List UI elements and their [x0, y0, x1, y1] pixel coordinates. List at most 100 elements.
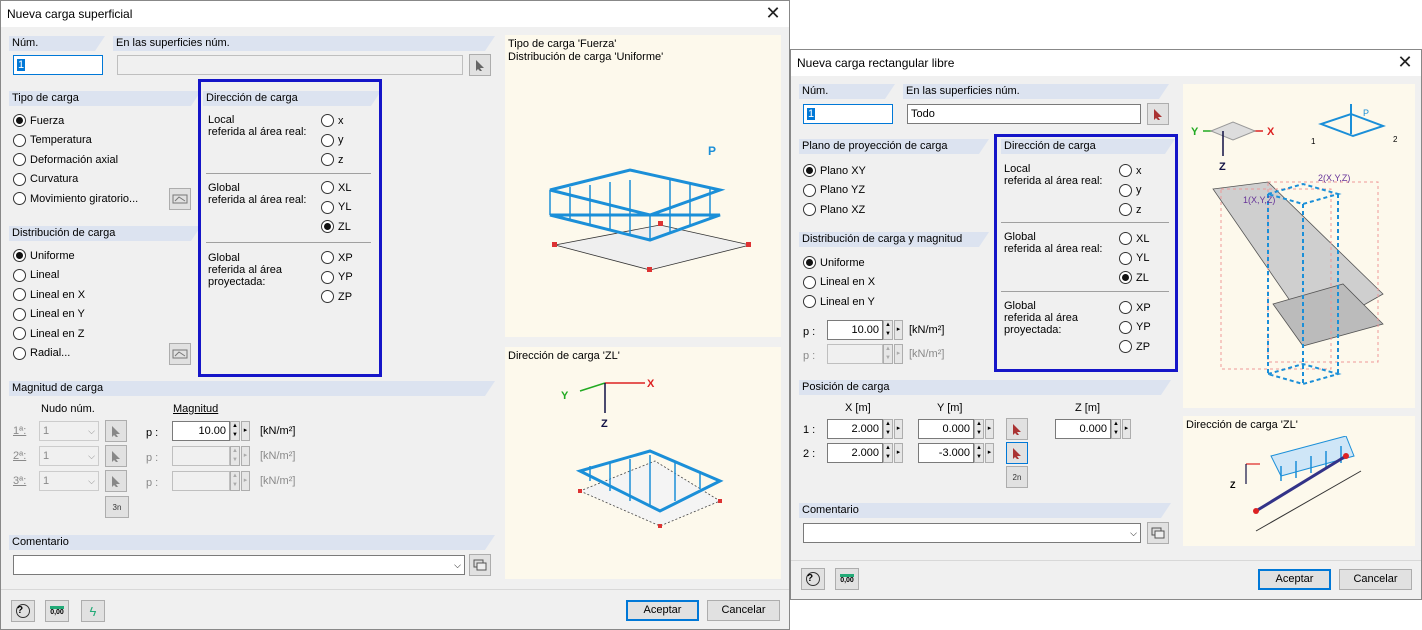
info-panel-zl: Dirección de carga 'ZL' Z [1183, 416, 1415, 546]
node-select[interactable]: 1 ⌵ [39, 446, 99, 466]
magnitude-input[interactable] [172, 471, 230, 491]
units-button[interactable]: 0,00 [835, 568, 859, 590]
pos-y-arrow-button[interactable]: ▸ [985, 443, 994, 463]
pos-x-arrow-button[interactable]: ▸ [894, 443, 903, 463]
magnitude-spinner[interactable]: ▲ ▼ [230, 471, 240, 491]
pos-x-input[interactable]: 2.000 [827, 443, 883, 463]
radial-settings-button[interactable] [169, 343, 191, 365]
num-input[interactable]: 1 [13, 55, 103, 75]
magnitude-arrow-button[interactable]: ▸ [241, 446, 250, 466]
radio-label: Plano XY [820, 164, 866, 177]
radio-dist1-2[interactable]: Lineal en X [13, 288, 85, 301]
unit-label: [kN/m²] [260, 475, 296, 487]
close-icon[interactable]: ✕ [763, 4, 783, 24]
radio-plano2-0[interactable]: Plano XY [803, 164, 866, 177]
help-button[interactable]: ? [11, 600, 35, 622]
pos-y-arrow-button[interactable]: ▸ [985, 419, 994, 439]
radio-label: Curvatura [30, 173, 79, 185]
col-z-header: Z [m] [1075, 402, 1101, 414]
info2-text: Dirección de carga 'ZL' [508, 350, 620, 362]
surfaces-input[interactable] [117, 55, 463, 75]
p2-arrow-button[interactable]: ▸ [894, 344, 903, 364]
magnitude-input[interactable]: 10.00 [172, 421, 230, 441]
magnitude-input[interactable] [172, 446, 230, 466]
p1-input[interactable]: 10.00 [827, 320, 883, 340]
dist-title: Distribución de carga [12, 227, 116, 239]
node-select[interactable]: 1 ⌵ [39, 471, 99, 491]
magnitude-spinner[interactable]: ▲ ▼ [230, 421, 240, 441]
pick-point-2-button[interactable] [1006, 442, 1028, 464]
load-wizard-button[interactable]: ϟ [81, 600, 105, 622]
pos-x-spinner[interactable]: ▲ ▼ [883, 443, 893, 463]
pos-z-arrow-button[interactable]: ▸ [1122, 419, 1131, 439]
radio-tipo1-0[interactable]: Fuerza [13, 114, 64, 127]
radio-label: Lineal en Y [820, 295, 875, 308]
pos-x-spinner[interactable]: ▲ ▼ [883, 419, 893, 439]
rotation-settings-button[interactable] [169, 188, 191, 210]
units-button[interactable]: 0,00 [45, 600, 69, 622]
magnitude-arrow-button[interactable]: ▸ [241, 471, 250, 491]
info-panel-2: Dirección de carga 'ZL' X Y Z [505, 347, 781, 579]
magnitude-arrow-button[interactable]: ▸ [241, 421, 250, 441]
pos-z-spinner[interactable]: ▲ ▼ [1111, 419, 1121, 439]
radio-tipo1-3[interactable]: Curvatura [13, 172, 79, 186]
radio-dist1-1[interactable]: Lineal [13, 268, 59, 282]
radio-dist1-0[interactable]: Uniforme [13, 249, 75, 262]
pos-y-input[interactable]: -3.000 [918, 443, 974, 463]
pick-2-points-button[interactable]: 2n [1006, 466, 1028, 488]
radio-dist2-0[interactable]: Uniforme [803, 256, 865, 269]
dist-section: Distribución de carga [9, 226, 201, 241]
radio-dist1-5[interactable]: Radial... [13, 346, 70, 360]
dist-section: Distribución de carga y magnitud [799, 232, 989, 247]
ok-button[interactable]: Aceptar [1258, 569, 1331, 590]
pick-cursor-icon [112, 426, 120, 437]
pos-x-arrow-button[interactable]: ▸ [894, 419, 903, 439]
info2-text: Dirección de carga 'ZL' [1186, 419, 1298, 431]
p2-input[interactable] [827, 344, 883, 364]
pick-node-button[interactable] [105, 470, 127, 492]
p2-spinner[interactable]: ▲ ▼ [883, 344, 893, 364]
radio-tipo1-1[interactable]: Temperatura [13, 133, 92, 147]
surfaces-input[interactable]: Todo [907, 104, 1141, 124]
p1-arrow-button[interactable]: ▸ [894, 320, 903, 340]
chevron-down-icon: ⌵ [88, 451, 95, 461]
pick-surface-button[interactable] [469, 54, 491, 76]
pick-point-1-button[interactable] [1006, 418, 1028, 440]
node-select[interactable]: 1 ⌵ [39, 421, 99, 441]
library-icon [473, 559, 487, 571]
radio-tipo1-2[interactable]: Deformación axial [13, 153, 118, 166]
radio-tipo1-4[interactable]: Movimiento giratorio... [13, 192, 138, 205]
radio-dist1-4[interactable]: Lineal en Z [13, 327, 84, 340]
comment-combo[interactable]: ⌵ [13, 555, 465, 575]
p1-spinner[interactable]: ▲ ▼ [883, 320, 893, 340]
radio-plano2-1[interactable]: Plano YZ [803, 183, 865, 197]
pick-3-nodes-button[interactable]: 3n [105, 496, 129, 518]
cancel-button[interactable]: Cancelar [1339, 569, 1412, 590]
pos-x-input[interactable]: 2.000 [827, 419, 883, 439]
help-button[interactable]: ? [801, 568, 825, 590]
comment-library-button[interactable] [1147, 522, 1169, 544]
magnitude-spinner[interactable]: ▲ ▼ [230, 446, 240, 466]
pos-z-input[interactable]: 0.000 [1055, 419, 1111, 439]
p-label: P [1363, 108, 1369, 118]
two-points-icon: 2n [1012, 472, 1022, 482]
pick-node-button[interactable] [105, 420, 127, 442]
pos-y-spinner[interactable]: ▲ ▼ [974, 443, 984, 463]
ok-button[interactable]: Aceptar [626, 600, 699, 621]
radio-dist2-2[interactable]: Lineal en Y [803, 295, 875, 308]
help-icon: ? [16, 604, 30, 618]
pick-node-button[interactable] [105, 445, 127, 467]
pos-y-spinner[interactable]: ▲ ▼ [974, 419, 984, 439]
radio-dist1-3[interactable]: Lineal en Y [13, 307, 85, 321]
radio-label: Uniforme [30, 249, 75, 262]
cancel-button[interactable]: Cancelar [707, 600, 780, 621]
surfaces-section: En las superficies núm. [903, 84, 1169, 99]
num-input[interactable]: 1 [803, 104, 893, 124]
radio-plano2-2[interactable]: Plano XZ [803, 203, 865, 216]
pick-surface-button[interactable] [1147, 103, 1169, 125]
comment-library-button[interactable] [469, 554, 491, 576]
radio-dist2-1[interactable]: Lineal en X [803, 275, 875, 289]
pos-y-input[interactable]: 0.000 [918, 419, 974, 439]
close-icon[interactable]: ✕ [1395, 53, 1415, 73]
comment-combo[interactable]: ⌵ [803, 523, 1141, 543]
